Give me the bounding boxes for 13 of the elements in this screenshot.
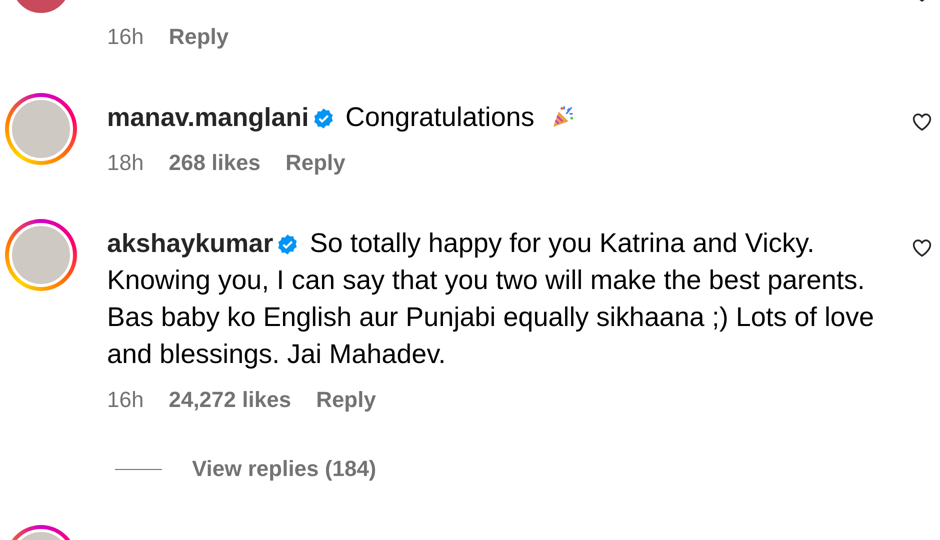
like-count[interactable]: 24,272 likes [168, 386, 292, 414]
reply-link[interactable]: Reply [285, 149, 346, 177]
comment-text: manav.manglani Congratulations [107, 99, 897, 136]
view-replies-link[interactable]: View replies (184) [192, 455, 376, 483]
comment-time: 16h [107, 386, 144, 414]
reply-link[interactable]: Reply [316, 386, 376, 414]
like-count[interactable]: 268 likes [168, 149, 260, 177]
reply-link[interactable]: Reply [168, 23, 229, 51]
heart-icon[interactable] [911, 111, 933, 133]
comment-text: akshaykumar So totally happy for you Katrina and Vicky. Knowing you, I can say that you two will make the best parents. Bas baby ko English aur Punjabi equally sikhaana ;) Lots of love and blessings. Jai Mahadev. [107, 227, 875, 371]
comment-time: 16h [107, 23, 144, 51]
heart-icon[interactable] [911, 237, 933, 259]
comment-time: 18h [107, 149, 144, 177]
